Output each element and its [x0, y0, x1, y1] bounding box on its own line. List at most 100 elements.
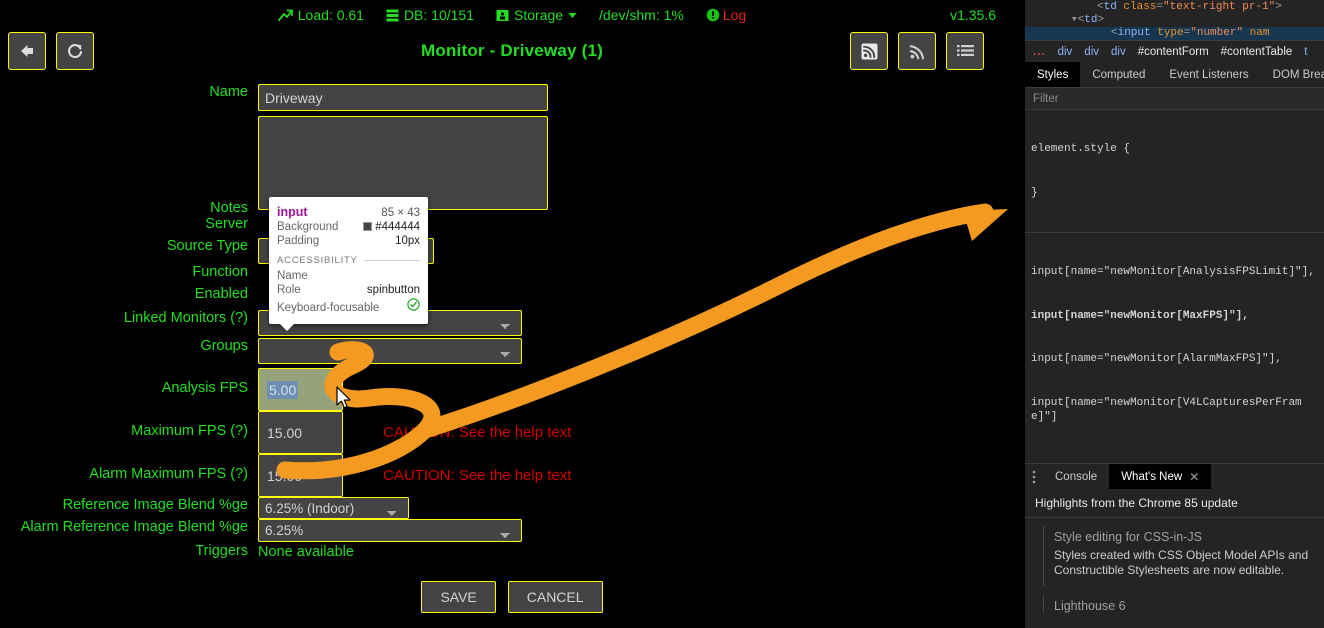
css-close-brace: }: [1031, 186, 1038, 199]
triggers-value: None available: [258, 544, 354, 560]
breadcrumb-div-3[interactable]: div: [1111, 46, 1126, 58]
breadcrumb-content-table[interactable]: #contentTable: [1221, 46, 1293, 58]
tooltip-keyboard-row: Keyboard-focusable: [277, 298, 420, 314]
back-arrow-icon: [18, 43, 36, 59]
breadcrumb-next[interactable]: t: [1304, 46, 1307, 58]
label-source-type: Source Type: [166, 238, 248, 254]
status-bar: Load: 0.61 DB: 10/151 Storage /dev/shm: …: [0, 0, 1024, 30]
tooltip-background-row: Background #444444: [277, 221, 420, 233]
list-button[interactable]: [946, 32, 984, 70]
label-groups: Groups: [200, 338, 248, 354]
form-buttons: SAVE CANCEL: [0, 581, 1024, 613]
rss-feed-icon: [860, 42, 879, 61]
label-maximum-fps: Maximum FPS (?): [131, 423, 248, 439]
css-declaration[interactable]: width: 85px;: [1031, 454, 1318, 464]
list-icon: [956, 42, 975, 61]
label-enabled: Enabled: [194, 286, 248, 302]
notes-textarea[interactable]: [258, 116, 548, 210]
form-row-alarm-maximum-fps: Alarm Maximum FPS (?) CAUTION: See the h…: [0, 454, 1024, 497]
label-alarm-maximum-fps: Alarm Maximum FPS (?): [89, 466, 248, 482]
label-triggers: Triggers: [195, 543, 248, 559]
css-selector-line: input[name="newMonitor[AlarmMaxFPS]"],: [1031, 353, 1282, 365]
dom-line[interactable]: <td class="text-right pr-1">: [1025, 1, 1324, 14]
name-input[interactable]: [258, 84, 548, 111]
tooltip-name-row: Name: [277, 270, 420, 282]
cancel-button[interactable]: CANCEL: [507, 581, 603, 613]
field-reference-blend: 6.25% (Indoor): [258, 497, 409, 519]
field-alarm-maximum-fps: CAUTION: See the help text: [258, 454, 571, 497]
form-row-notes: Notes: [0, 116, 1024, 216]
whats-new-card[interactable]: Lighthouse 6: [1043, 595, 1314, 613]
toolbar-right-group: [850, 32, 984, 70]
whats-new-card-text: Styles created with CSS Object Model API…: [1054, 548, 1309, 577]
reference-blend-select[interactable]: 6.25% (Indoor): [258, 497, 409, 519]
form-row-analysis-fps: Analysis FPS 5.00: [0, 368, 1024, 411]
status-load-label: Load: 0.61: [297, 7, 364, 23]
status-load: Load: 0.61: [277, 7, 364, 23]
label-reference-blend: Reference Image Blend %ge: [62, 497, 248, 513]
form-row-reference-blend: Reference Image Blend %ge 6.25% (Indoor): [0, 497, 1024, 519]
rss-wifi-button[interactable]: [898, 32, 936, 70]
label-name: Name: [209, 84, 248, 100]
tooltip-accessibility-label: ACCESSIBILITY: [277, 255, 358, 266]
maximum-fps-input[interactable]: [258, 411, 343, 454]
status-db: DB: 10/151: [386, 7, 474, 23]
status-log[interactable]: Log: [706, 7, 746, 23]
form-row-function: Function: [0, 264, 1024, 286]
breadcrumb-div-2[interactable]: div: [1084, 46, 1099, 58]
tab-event-listeners[interactable]: Event Listeners: [1157, 62, 1260, 87]
inspect-tooltip: input 85 × 43 Background #444444 Padding…: [269, 197, 428, 331]
drawer-tab-console[interactable]: Console: [1043, 464, 1109, 489]
css-rule[interactable]: element.style { }: [1025, 110, 1324, 233]
tab-dom-breakpoints[interactable]: DOM Breakp: [1261, 62, 1324, 87]
form-row-name: Name: [0, 84, 1024, 114]
tab-styles[interactable]: Styles: [1025, 62, 1081, 87]
tooltip-padding-row: Padding 10px: [277, 235, 420, 247]
tooltip-padding-value: 10px: [395, 235, 420, 247]
monitor-form: Name Notes Server Source Type: [0, 84, 1024, 613]
tooltip-role-label: Role: [277, 284, 301, 296]
status-storage-menu[interactable]: Storage: [496, 7, 577, 23]
color-swatch-icon: [363, 222, 373, 231]
zoneminder-app: Load: 0.61 DB: 10/151 Storage /dev/shm: …: [0, 0, 1024, 628]
tab-computed[interactable]: Computed: [1080, 62, 1157, 87]
css-rule[interactable]: input[name="newMonitor[AnalysisFPSLimit]…: [1025, 233, 1324, 463]
back-button[interactable]: [8, 32, 46, 70]
trend-up-icon: [277, 9, 293, 22]
tooltip-pointer: [279, 323, 295, 331]
styles-rule-list: element.style { } input[name="newMonitor…: [1025, 110, 1324, 463]
label-server: Server: [205, 216, 248, 232]
whats-new-card[interactable]: Style editing for CSS-in-JS Styles creat…: [1043, 526, 1314, 586]
styles-filter[interactable]: Filter: [1025, 88, 1324, 110]
breadcrumb-more[interactable]: ...: [1033, 46, 1046, 58]
styles-filter-placeholder: Filter: [1033, 92, 1059, 105]
save-button[interactable]: SAVE: [421, 581, 496, 613]
tooltip-header: input 85 × 43: [277, 205, 420, 219]
alarm-reference-blend-select[interactable]: 6.25%: [258, 519, 522, 542]
field-maximum-fps: CAUTION: See the help text: [258, 411, 571, 454]
devtools-sidebar-tabs: Styles Computed Event Listeners DOM Brea…: [1025, 62, 1324, 88]
dom-line[interactable]: ▾<td>: [1025, 14, 1324, 27]
groups-select[interactable]: [258, 338, 522, 364]
field-name: [258, 84, 548, 111]
alarm-maximum-fps-input[interactable]: [258, 454, 343, 497]
breadcrumb-content-form[interactable]: #contentForm: [1138, 46, 1209, 58]
tooltip-keyboard-label: Keyboard-focusable: [277, 302, 380, 314]
tooltip-role-value: spinbutton: [366, 284, 420, 296]
refresh-icon: [66, 42, 84, 60]
status-shm: /dev/shm: 1%: [599, 7, 684, 23]
form-row-groups: Groups: [0, 338, 1024, 368]
breadcrumb-div-1[interactable]: div: [1058, 46, 1073, 58]
dom-line-selected[interactable]: <input type="number" nam: [1025, 27, 1324, 40]
tooltip-role-row: Role spinbutton: [277, 284, 420, 296]
chevron-down-icon: [568, 12, 577, 19]
css-selector-line: input[name="newMonitor[AnalysisFPSLimit]…: [1031, 266, 1315, 278]
more-options-icon[interactable]: [1025, 464, 1043, 489]
drawer-tab-whats-new[interactable]: What's New ✕: [1109, 464, 1212, 489]
close-icon[interactable]: ✕: [1189, 470, 1199, 484]
rss-feed-button[interactable]: [850, 32, 888, 70]
refresh-button[interactable]: [56, 32, 94, 70]
analysis-fps-input[interactable]: 5.00: [258, 368, 343, 411]
storage-drive-icon: [496, 9, 509, 22]
check-circle-icon: [407, 298, 420, 314]
